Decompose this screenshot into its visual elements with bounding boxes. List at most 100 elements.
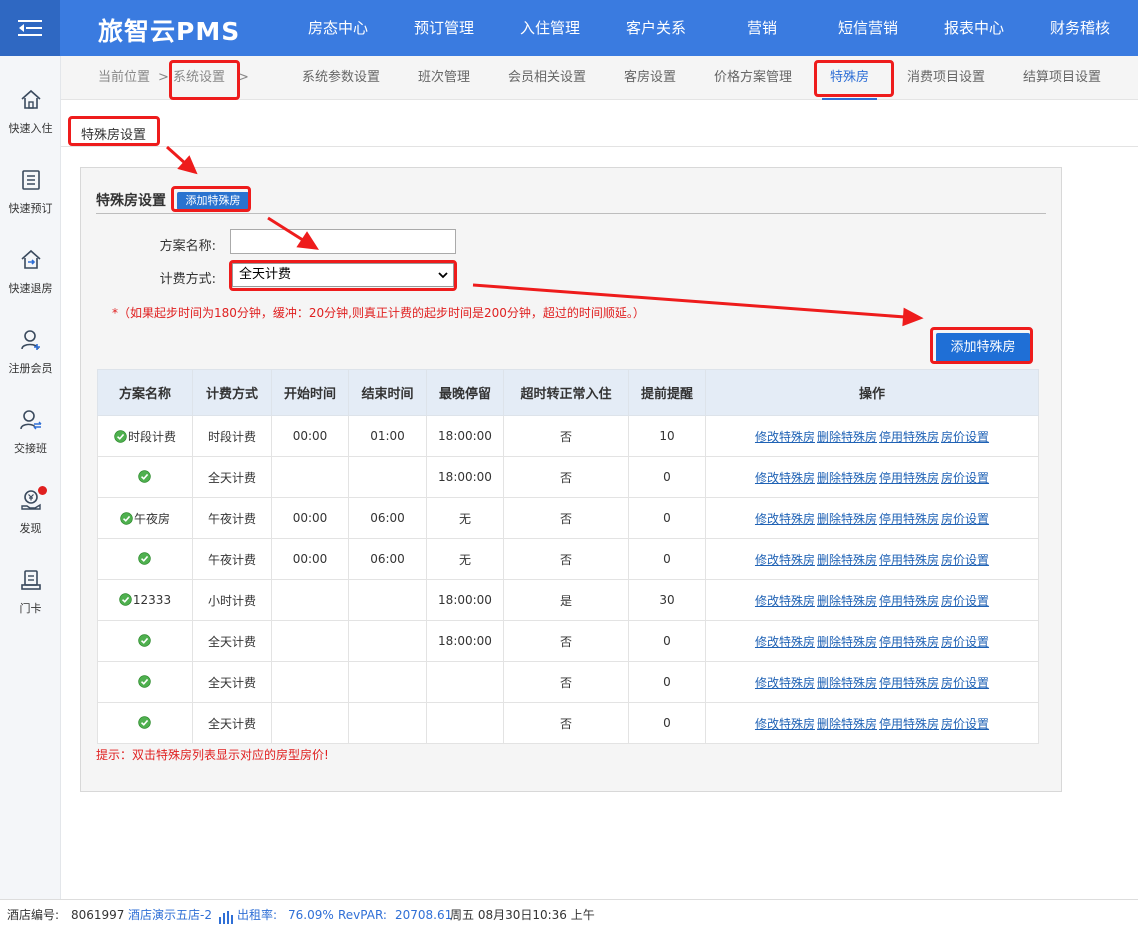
room-price-settings-link[interactable]: 房价设置 [941, 471, 989, 485]
delete-special-room-link[interactable]: 删除特殊房 [817, 430, 877, 444]
edit-special-room-link[interactable]: 修改特殊房 [755, 676, 815, 690]
tab-member-settings[interactable]: 会员相关设置 [508, 56, 586, 100]
room-price-settings-link[interactable]: 房价设置 [941, 594, 989, 608]
sidebar-item-quick-booking[interactable]: 快速预订 [0, 168, 61, 238]
edit-special-room-link[interactable]: 修改特殊房 [755, 717, 815, 731]
plan-name-cell [97, 702, 193, 744]
sidebar-item-shift-handover[interactable]: 交接班 [0, 408, 61, 478]
door-card-icon [20, 570, 41, 590]
room-price-settings-link[interactable]: 房价设置 [941, 553, 989, 567]
plan-name-cell: 时段计费 [97, 415, 193, 457]
billing-method-select[interactable]: 全天计费 [232, 263, 454, 287]
table-row[interactable]: 全天计费否 0 修改特殊房 删除特殊房 停用特殊房 房价设置 [97, 702, 1039, 744]
overtime-cell: 否 [503, 415, 629, 457]
table-row[interactable]: 午夜房 午夜计费 00:00 06:00 无否 0 修改特殊房 删除特殊房 停用特殊房 房价设置 [97, 497, 1039, 539]
tab-special-room[interactable]: 特殊房 [821, 56, 878, 100]
tab-room-settings[interactable]: 客房设置 [624, 56, 676, 100]
overtime-cell: 否 [503, 456, 629, 498]
page-title[interactable]: 特殊房设置 [81, 124, 146, 143]
room-price-settings-link[interactable]: 房价设置 [941, 512, 989, 526]
table-row[interactable]: 全天计费 18:00:00 否 0 修改特殊房 删除特殊房 停用特殊房 房价设置 [97, 456, 1039, 498]
end-time-cell [348, 456, 427, 498]
edit-special-room-link[interactable]: 修改特殊房 [755, 635, 815, 649]
delete-special-room-link[interactable]: 删除特殊房 [817, 553, 877, 567]
disable-special-room-link[interactable]: 停用特殊房 [879, 676, 939, 690]
table-row[interactable]: 午夜计费 00:00 06:00 无否 0 修改特殊房 删除特殊房 停用特殊房 房价设置 [97, 538, 1039, 580]
edit-special-room-link[interactable]: 修改特殊房 [755, 512, 815, 526]
table-row[interactable]: 12333 小时计费 18:00:00 是 30 修改特殊房 删除特殊房 停用特殊房 房价设置 [97, 579, 1039, 621]
hotel-number: 8061997 [71, 908, 125, 922]
sidebar-item-register-member[interactable]: 注册会员 [0, 328, 61, 398]
page-title-bar: 特殊房设置 [61, 100, 1138, 147]
tab-price-plans[interactable]: 价格方案管理 [714, 56, 792, 100]
menu-collapse-icon[interactable] [0, 0, 60, 56]
nav-checkin[interactable]: 入住管理 [497, 0, 603, 56]
remind-cell: 10 [628, 415, 706, 457]
breadcrumb-current[interactable]: 系统设置 [173, 56, 225, 100]
top-nav: 房态中心 预订管理 入住管理 客户关系 营销 短信营销 报表中心 财务稽核 [285, 0, 1133, 56]
delete-special-room-link[interactable]: 删除特殊房 [817, 717, 877, 731]
start-time-cell [271, 579, 349, 621]
check-circle-icon [138, 716, 151, 729]
plan-name-input[interactable] [230, 229, 456, 254]
operations-cell: 修改特殊房 删除特殊房 停用特殊房 房价设置 [705, 538, 1039, 580]
start-time-cell: 00:00 [271, 538, 349, 580]
tab-consumption-items[interactable]: 消费项目设置 [907, 56, 985, 100]
remind-cell: 0 [628, 456, 706, 498]
nav-reservation[interactable]: 预订管理 [391, 0, 497, 56]
delete-special-room-link[interactable]: 删除特殊房 [817, 471, 877, 485]
table-row[interactable]: 全天计费 18:00:00 否 0 修改特殊房 删除特殊房 停用特殊房 房价设置 [97, 620, 1039, 662]
edit-special-room-link[interactable]: 修改特殊房 [755, 553, 815, 567]
col-start-time: 开始时间 [271, 369, 349, 416]
sidebar-item-label: 门卡 [19, 602, 42, 615]
delete-special-room-link[interactable]: 删除特殊房 [817, 594, 877, 608]
nav-finance[interactable]: 财务稽核 [1027, 0, 1133, 56]
start-time-cell [271, 620, 349, 662]
room-price-settings-link[interactable]: 房价设置 [941, 676, 989, 690]
disable-special-room-link[interactable]: 停用特殊房 [879, 717, 939, 731]
sidebar-item-quick-checkout[interactable]: 快速退房 [0, 248, 61, 318]
date-time: 周五 08月30日10:36 上午 [450, 908, 595, 922]
edit-special-room-link[interactable]: 修改特殊房 [755, 430, 815, 444]
disable-special-room-link[interactable]: 停用特殊房 [879, 594, 939, 608]
tab-shift-management[interactable]: 班次管理 [418, 56, 470, 100]
special-room-table: 方案名称 计费方式 开始时间 结束时间 最晚停留 超时转正常入住 提前提醒 操作… [97, 369, 1039, 744]
room-price-settings-link[interactable]: 房价设置 [941, 430, 989, 444]
disable-special-room-link[interactable]: 停用特殊房 [879, 430, 939, 444]
table-row[interactable]: 全天计费否 0 修改特殊房 删除特殊房 停用特殊房 房价设置 [97, 661, 1039, 703]
plan-name-text: 午夜房 [133, 511, 170, 526]
edit-special-room-link[interactable]: 修改特殊房 [755, 471, 815, 485]
col-advance-reminder: 提前提醒 [628, 369, 706, 416]
disable-special-room-link[interactable]: 停用特殊房 [879, 512, 939, 526]
disable-special-room-link[interactable]: 停用特殊房 [879, 471, 939, 485]
add-special-room-small-button[interactable]: 添加特殊房 [177, 192, 249, 210]
nav-sms[interactable]: 短信营销 [815, 0, 921, 56]
hotel-name-link[interactable]: 酒店演示五店-2 [128, 900, 212, 930]
sidebar-item-discover[interactable]: 发现 [0, 486, 61, 558]
nav-customer[interactable]: 客户关系 [603, 0, 709, 56]
sidebar-item-label: 交接班 [14, 442, 47, 455]
disable-special-room-link[interactable]: 停用特殊房 [879, 635, 939, 649]
edit-special-room-link[interactable]: 修改特殊房 [755, 594, 815, 608]
delete-special-room-link[interactable]: 删除特殊房 [817, 635, 877, 649]
add-special-room-button[interactable]: 添加特殊房 [936, 333, 1030, 363]
delete-special-room-link[interactable]: 删除特殊房 [817, 676, 877, 690]
billing-cell: 午夜计费 [192, 497, 272, 539]
nav-room-status[interactable]: 房态中心 [285, 0, 391, 56]
table-row[interactable]: 时段计费 时段计费 00:00 01:00 18:00:00 否 10 修改特殊房 删除特殊房停… [97, 415, 1039, 457]
billing-cell: 全天计费 [192, 702, 272, 744]
start-time-cell [271, 456, 349, 498]
tab-system-params[interactable]: 系统参数设置 [302, 56, 380, 100]
tab-settlement-items[interactable]: 结算项目设置 [1023, 56, 1101, 100]
nav-reports[interactable]: 报表中心 [921, 0, 1027, 56]
room-price-settings-link[interactable]: 房价设置 [941, 717, 989, 731]
sidebar-item-quick-checkin[interactable]: 快速入住 [0, 88, 61, 158]
nav-marketing[interactable]: 营销 [709, 0, 815, 56]
col-operations: 操作 [705, 369, 1039, 416]
end-time-cell [348, 702, 427, 744]
overtime-cell: 否 [503, 620, 629, 662]
delete-special-room-link[interactable]: 删除特殊房 [817, 512, 877, 526]
sidebar-item-door-card[interactable]: 门卡 [0, 568, 61, 638]
disable-special-room-link[interactable]: 停用特殊房 [879, 553, 939, 567]
room-price-settings-link[interactable]: 房价设置 [941, 635, 989, 649]
